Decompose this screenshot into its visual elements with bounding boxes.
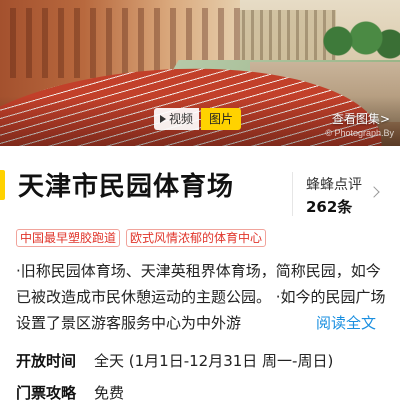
chevron-right-icon[interactable] <box>368 186 380 198</box>
tag-list: 中国最早塑胶跑道 欧式风情浓郁的体育中心 <box>16 229 267 247</box>
photo-trees <box>318 16 400 66</box>
vertical-divider <box>292 172 293 216</box>
tag-item: 欧式风情浓郁的体育中心 <box>126 229 267 247</box>
info-row-hours: 开放时间 全天 (1月1日-12月31日 周一-周日) <box>16 350 396 371</box>
video-tab-label: 视频 <box>169 112 194 126</box>
title-accent-bar <box>0 170 5 200</box>
media-switch: 视频 图片 <box>154 108 242 130</box>
photo-tab[interactable]: 图片 <box>201 108 242 130</box>
page-title: 天津市民园体育场 <box>18 172 235 202</box>
chevron-right-icon: > <box>379 112 390 126</box>
read-more-link[interactable]: 阅读全文 <box>292 310 377 336</box>
info-key: 开放时间 <box>16 352 77 370</box>
video-tab[interactable]: 视频 <box>154 108 200 130</box>
play-icon <box>160 115 166 123</box>
info-value: 全天 (1月1日-12月31日 周一-周日) <box>94 352 334 370</box>
tag-item: 中国最早塑胶跑道 <box>16 229 121 247</box>
review-summary[interactable]: 蜂蜂点评 262条 <box>306 174 362 217</box>
review-count: 262条 <box>306 198 353 216</box>
info-value: 免费 <box>94 384 125 400</box>
title-section: 天津市民园体育场 蜂蜂点评 262条 <box>0 158 400 218</box>
review-source: 蜂蜂点评 <box>306 177 362 193</box>
view-gallery-link[interactable]: 查看图集> <box>332 110 390 127</box>
hero-photo[interactable]: 视频 图片 查看图集> © Photograph.By <box>0 0 400 146</box>
info-row-tickets[interactable]: 门票攻略 免费 <box>16 382 396 400</box>
view-gallery-label: 查看图集 <box>331 112 380 126</box>
info-key: 门票攻略 <box>16 384 77 400</box>
photo-watermark: © Photograph.By <box>325 128 394 138</box>
